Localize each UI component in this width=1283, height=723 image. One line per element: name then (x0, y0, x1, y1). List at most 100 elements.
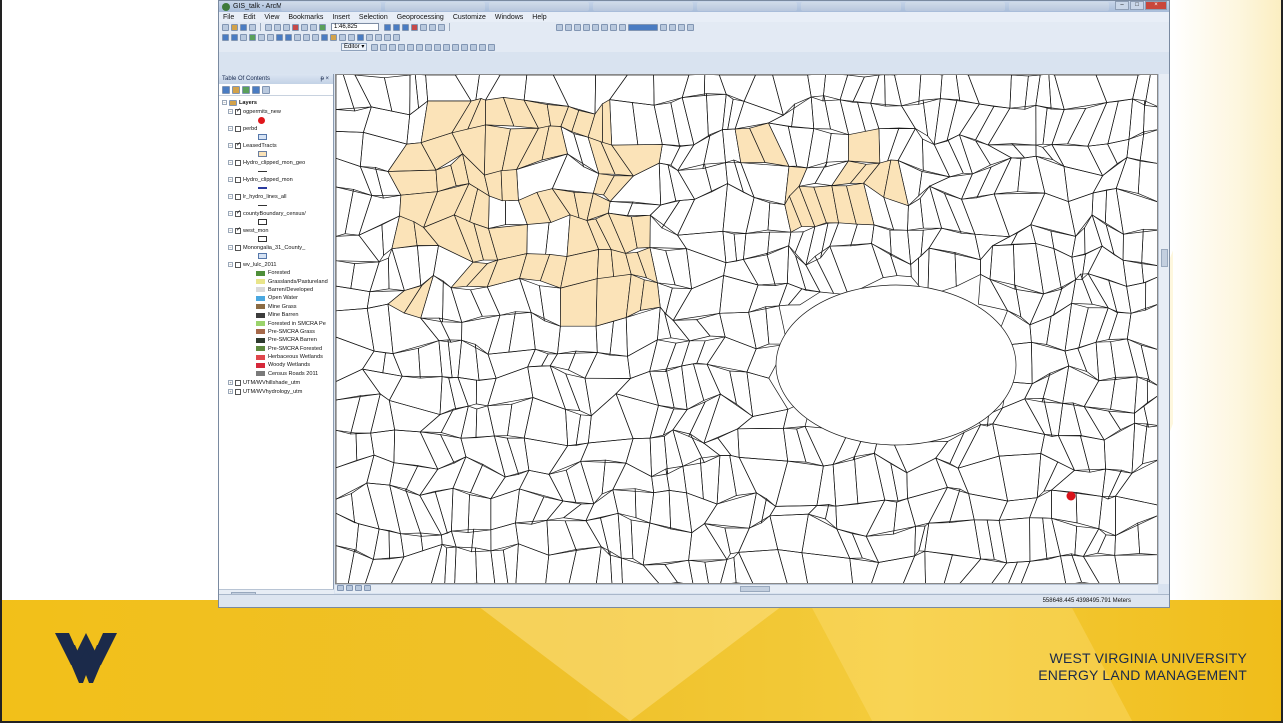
parcel-polygon[interactable] (787, 125, 815, 169)
parcel-polygon[interactable] (615, 393, 659, 439)
parcel-polygon[interactable] (873, 440, 908, 474)
parcel-polygon[interactable] (470, 463, 506, 500)
parcel-polygon[interactable] (724, 527, 750, 555)
parcel-polygon[interactable] (1141, 263, 1158, 284)
parcel-polygon[interactable] (460, 435, 506, 478)
map-scale-combo[interactable]: 1:46,825 (331, 23, 379, 31)
parcel-polygon[interactable] (993, 192, 1046, 238)
parcel-polygon[interactable] (649, 339, 677, 372)
parcel-polygon[interactable] (829, 221, 859, 247)
parcel-polygon[interactable] (388, 375, 443, 416)
parcel-polygon[interactable] (358, 224, 384, 263)
parcel-polygon[interactable] (584, 352, 631, 379)
parcel-polygon[interactable] (961, 193, 1011, 238)
parcel-polygon[interactable] (1091, 214, 1115, 256)
parcel-polygon[interactable] (454, 546, 478, 584)
parcel-polygon[interactable] (1070, 553, 1100, 584)
parcel-polygon[interactable] (1122, 228, 1144, 263)
parcel-polygon[interactable] (1082, 554, 1120, 584)
menu-customize[interactable]: Customize (453, 14, 486, 21)
new-document-icon[interactable] (222, 23, 229, 31)
parcel-polygon[interactable] (681, 93, 709, 146)
parcel-polygon[interactable] (370, 429, 396, 464)
parcel-polygon[interactable] (355, 523, 380, 560)
parcel-polygon[interactable] (665, 248, 693, 290)
parcel-polygon[interactable] (1041, 365, 1070, 404)
parcel-polygon[interactable] (782, 427, 807, 463)
split-icon[interactable] (452, 43, 460, 51)
toc-layer-wv-lulc[interactable]: − wv_lulc_2011 (222, 260, 333, 269)
parcel-polygon[interactable] (564, 520, 602, 551)
parcel-polygon[interactable] (681, 340, 706, 367)
menu-bookmarks[interactable]: Bookmarks (288, 14, 323, 21)
parcel-polygon[interactable] (1062, 365, 1100, 407)
parcel-polygon[interactable] (527, 348, 549, 368)
parcel-polygon[interactable] (742, 252, 776, 286)
collapse-icon[interactable]: − (228, 245, 233, 250)
parcel-polygon[interactable] (955, 75, 980, 105)
parcel-polygon[interactable] (418, 340, 443, 379)
parcel-polygon[interactable] (1134, 376, 1148, 414)
parcel-polygon[interactable] (457, 376, 477, 407)
parcel-polygon[interactable] (625, 437, 652, 478)
parcel-polygon[interactable] (816, 464, 837, 507)
parcel-polygon[interactable] (540, 353, 559, 367)
list-by-source-icon[interactable] (232, 85, 240, 94)
parcel-polygon[interactable] (1126, 281, 1147, 314)
effects-tool-icon[interactable] (687, 23, 694, 31)
parcel-polygon[interactable] (419, 490, 448, 536)
parcel-polygon[interactable] (836, 528, 863, 559)
parcel-polygon[interactable] (388, 247, 405, 292)
parcel-polygon[interactable] (987, 105, 1037, 146)
toc-layer-ogpermits[interactable]: − ogpermits_new (222, 107, 333, 116)
map-horizontal-scrollbar[interactable] (335, 584, 1158, 593)
parcel-polygon[interactable] (1040, 434, 1076, 472)
create-features-icon[interactable] (488, 43, 496, 51)
parcel-polygon[interactable] (794, 254, 821, 293)
fixed-zoom-out-icon[interactable] (267, 33, 274, 41)
toc-pin-close-icon[interactable]: ᵽ × (320, 74, 329, 84)
parcel-polygon[interactable] (489, 469, 530, 500)
parcel-polygon[interactable] (722, 183, 755, 234)
parcel-polygon[interactable] (943, 554, 982, 584)
parcel-polygon[interactable] (567, 350, 598, 379)
layer-visibility-checkbox[interactable] (235, 125, 241, 132)
parcel-polygon[interactable] (1048, 75, 1065, 110)
parcel-polygon[interactable] (870, 102, 917, 130)
parcel-polygon[interactable] (886, 127, 916, 163)
toc-window-icon[interactable] (393, 23, 400, 31)
parcel-polygon[interactable] (958, 103, 995, 141)
dropdown-icon[interactable] (660, 23, 667, 31)
parcel-polygon[interactable] (612, 462, 655, 494)
rotate-icon[interactable] (461, 43, 469, 51)
parcel-polygon[interactable] (989, 278, 1022, 318)
parcel-polygon[interactable] (703, 393, 754, 444)
parcel-polygon[interactable] (720, 556, 737, 584)
parcel-polygon[interactable] (1092, 156, 1128, 194)
parcel-polygon[interactable] (1051, 108, 1087, 145)
sketch-properties-icon[interactable] (479, 43, 487, 51)
layer-visibility-checkbox[interactable] (235, 226, 241, 234)
parcel-polygon[interactable] (350, 393, 381, 435)
parcel-polygon[interactable] (1101, 468, 1123, 500)
toc-layer-perbd[interactable]: − perbd (222, 124, 333, 133)
parcel-polygon[interactable] (928, 487, 961, 524)
collapse-icon[interactable]: − (222, 100, 227, 105)
python-icon[interactable] (420, 23, 427, 31)
parcel-polygon[interactable] (1067, 192, 1094, 238)
parcel-polygon[interactable] (918, 522, 930, 552)
parcel-polygon[interactable] (475, 377, 497, 407)
html-popup-icon[interactable] (339, 33, 346, 41)
taskbar-tab[interactable] (593, 2, 693, 11)
toc-layer-hydro-mon[interactable]: − Hydro_clipped_mon (222, 175, 333, 184)
parcel-polygon[interactable] (1054, 75, 1108, 110)
endpoint-arc-icon[interactable] (398, 43, 406, 51)
parcel-polygon[interactable] (519, 277, 545, 322)
parcel-polygon[interactable] (391, 245, 422, 292)
taskbar-tab[interactable] (281, 2, 381, 11)
parcel-polygon[interactable] (672, 429, 705, 467)
parcel-polygon[interactable] (1043, 461, 1076, 492)
parcel-polygon[interactable] (665, 365, 688, 411)
parcel-polygon[interactable] (434, 487, 454, 534)
parcel-polygon[interactable] (1097, 534, 1116, 556)
